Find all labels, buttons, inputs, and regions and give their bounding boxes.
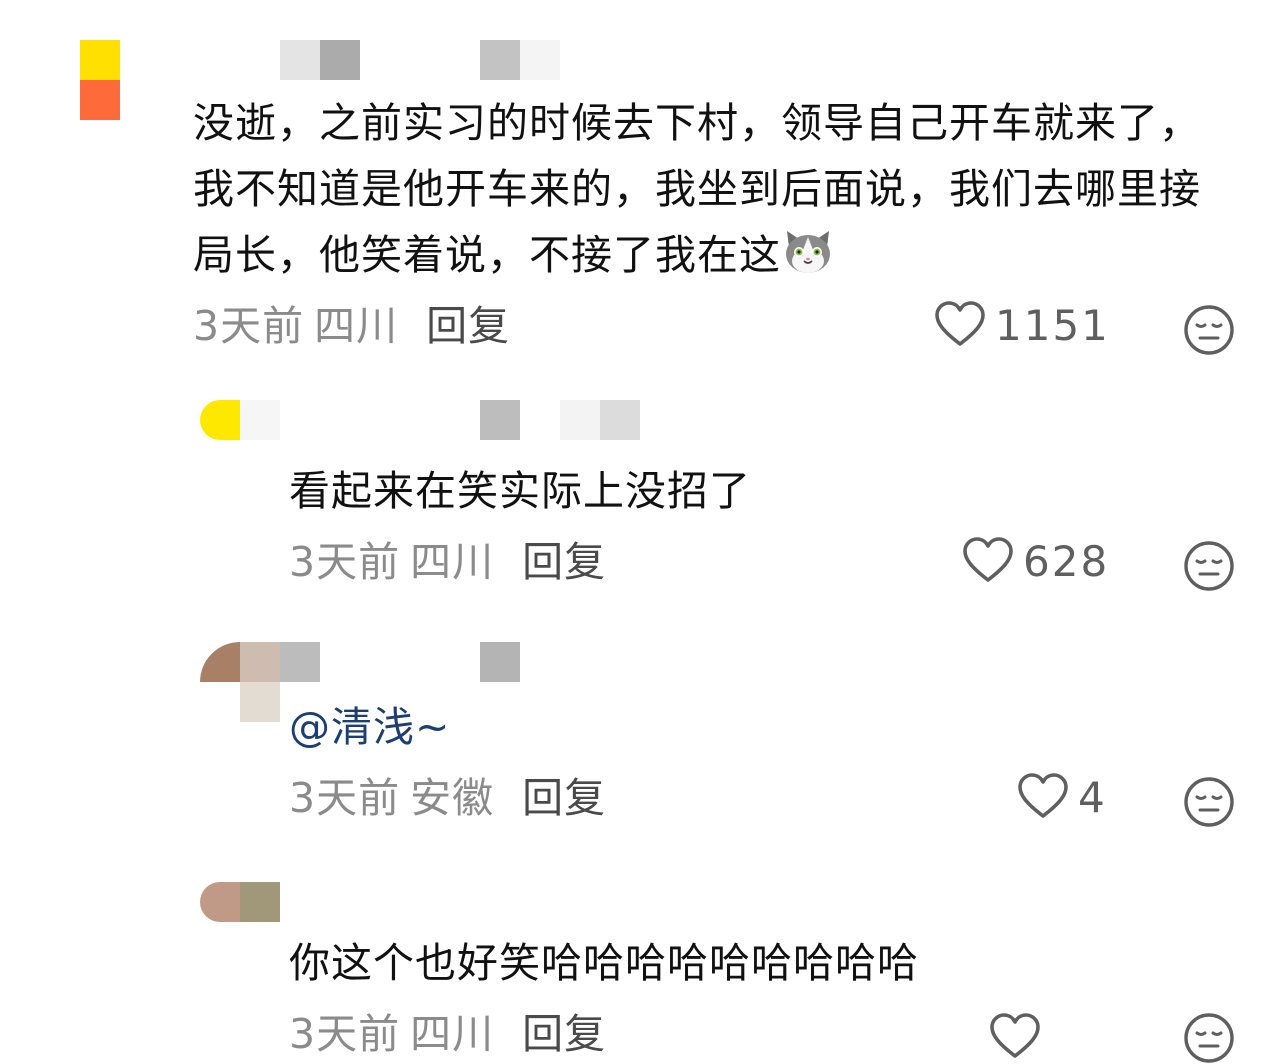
- reply-button[interactable]: 回复: [426, 302, 510, 350]
- dislike-face-icon[interactable]: [1183, 540, 1235, 592]
- comment-meta: 3天前 安徽 回复: [289, 773, 606, 823]
- like-button[interactable]: [988, 1010, 1050, 1064]
- timestamp: 3天前: [289, 774, 401, 822]
- dislike-face-icon[interactable]: [1183, 776, 1235, 828]
- dislike-face-icon[interactable]: [1183, 304, 1235, 356]
- like-count: 628: [1023, 536, 1110, 586]
- timestamp: 3天前: [289, 538, 401, 586]
- like-count: 4: [1078, 772, 1107, 822]
- username-redacted[interactable]: [280, 642, 525, 682]
- like-count: 1151: [995, 300, 1110, 350]
- region-label: 四川: [314, 302, 399, 350]
- reply-button[interactable]: 回复: [522, 774, 606, 822]
- region-label: 安徽: [410, 774, 495, 822]
- comment-text: 看起来在笑实际上没招了: [289, 458, 1189, 524]
- comment-text-content: 没逝，之前实习的时候去下村，领导自己开车就来了，我不知道是他开车来的，我坐到后面…: [193, 99, 1201, 279]
- mention-link[interactable]: @清浅~: [289, 703, 450, 751]
- avatar[interactable]: [80, 40, 120, 120]
- region-label: 四川: [410, 1010, 495, 1058]
- heart-icon: [1018, 773, 1068, 818]
- region-label: 四川: [410, 538, 495, 586]
- dislike-face-icon[interactable]: [1183, 1012, 1235, 1064]
- heart-icon: [963, 537, 1013, 582]
- cat-emoji-icon: [786, 231, 830, 273]
- comment-text: 没逝，之前实习的时候去下村，领导自己开车就来了，我不知道是他开车来的，我坐到后面…: [193, 90, 1213, 288]
- heart-icon: [990, 1013, 1040, 1058]
- reply-button[interactable]: 回复: [522, 1010, 606, 1058]
- avatar[interactable]: [200, 882, 280, 922]
- like-button[interactable]: 4: [1016, 770, 1107, 824]
- comment-meta: 3天前 四川 回复: [193, 301, 510, 351]
- comment-thread: 没逝，之前实习的时候去下村，领导自己开车就来了，我不知道是他开车来的，我坐到后面…: [0, 0, 1284, 1064]
- username-redacted[interactable]: [280, 40, 565, 80]
- username-redacted[interactable]: [480, 400, 645, 440]
- mention-text[interactable]: @清浅~: [289, 694, 1189, 760]
- heart-icon: [935, 301, 985, 346]
- avatar[interactable]: [200, 642, 280, 722]
- comment-meta: 3天前 四川 回复: [289, 537, 606, 587]
- avatar[interactable]: [200, 400, 280, 440]
- comment-text: 你这个也好笑哈哈哈哈哈哈哈哈哈: [289, 930, 1189, 996]
- timestamp: 3天前: [289, 1010, 401, 1058]
- reply-button[interactable]: 回复: [522, 538, 606, 586]
- like-button[interactable]: 628: [961, 534, 1109, 588]
- comment-text-content: 看起来在笑实际上没招了: [289, 467, 751, 515]
- timestamp: 3天前: [193, 302, 305, 350]
- comment-text-content: 你这个也好笑哈哈哈哈哈哈哈哈哈: [289, 939, 919, 987]
- comment-meta: 3天前 四川 回复: [289, 1009, 606, 1059]
- like-button[interactable]: 1151: [933, 298, 1110, 352]
